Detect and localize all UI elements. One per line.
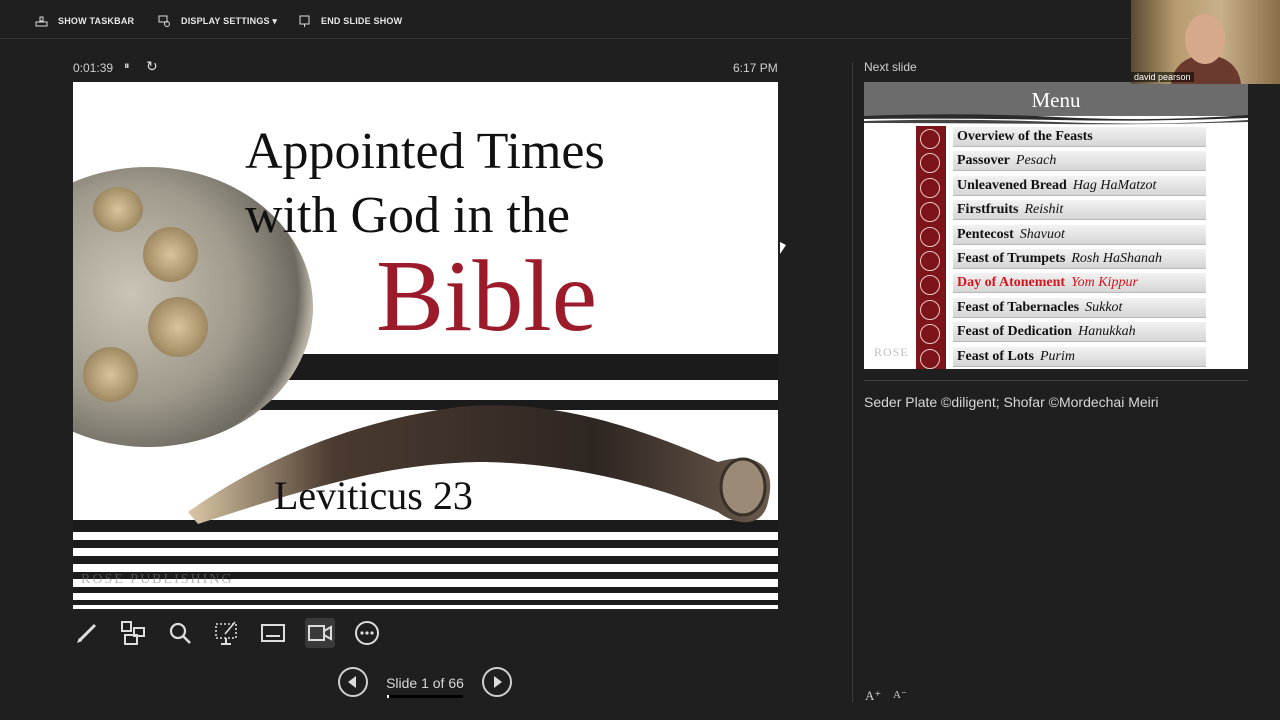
menu-item-name: Feast of Trumpets [957, 251, 1066, 266]
subtitles-icon [261, 624, 285, 642]
menu-item[interactable]: Unleavened Bread Hag HaMatzot [953, 175, 1206, 196]
slide-progress-bar [387, 695, 463, 698]
pause-timer-icon[interactable]: ⏸ [124, 60, 130, 73]
menu-item-hebrew-name: Purim [1040, 348, 1075, 364]
end-slide-show-button[interactable]: END SLIDE SHOW [298, 12, 402, 30]
menu-item-name: Day of Atonement [957, 275, 1066, 291]
next-slide-button[interactable] [482, 667, 512, 697]
menu-item-hebrew-name: Pesach [1015, 153, 1057, 169]
display-settings-button[interactable]: DISPLAY SETTINGS ▾ [158, 12, 277, 30]
show-taskbar-button[interactable]: SHOW TASKBAR [35, 12, 134, 30]
previous-arrow-icon [348, 676, 356, 688]
more-options-icon [355, 621, 379, 645]
current-slide[interactable]: Appointed Times with God in the Bible Le… [73, 82, 778, 609]
menu-item-hebrew-name: Sukkot [1085, 299, 1123, 315]
mouse-cursor-icon [780, 242, 786, 254]
tallit-stripe [73, 556, 778, 564]
menu-item[interactable]: Feast of Trumpets Rosh HaShanah [953, 249, 1206, 269]
menu-item[interactable]: Passover Pesach [953, 151, 1206, 172]
tallit-stripe [73, 600, 778, 605]
camera-icon [308, 625, 332, 641]
menu-item-hebrew-name: Shavuot [1019, 226, 1065, 242]
webcam-video: david pearson [1131, 0, 1280, 84]
menu-item-hebrew-name: Yom Kippur [1071, 275, 1138, 291]
zoom-button[interactable] [165, 618, 195, 648]
slide-title: Appointed Times with God in the [245, 120, 605, 248]
increase-font-icon[interactable]: A⁺ [865, 688, 881, 704]
plate-well [148, 297, 208, 357]
speaker-notes[interactable]: Seder Plate ©diligent; Shofar ©Mordechai… [864, 394, 1159, 410]
menu-item[interactable]: Feast of Tabernacles Sukkot [953, 297, 1206, 318]
subtitles-button[interactable] [258, 618, 288, 648]
menu-feast-icon [920, 226, 940, 247]
plate-well [83, 347, 138, 402]
plate-well [143, 227, 198, 282]
slide-scripture-reference: Leviticus 23 [274, 473, 473, 518]
menu-feast-icon [920, 299, 940, 320]
show-taskbar-label: SHOW TASKBAR [58, 16, 135, 26]
taskbar-icon [35, 16, 48, 26]
slide-publisher-logo: ROSE PUBLISHING [81, 572, 234, 587]
zoom-icon [169, 622, 191, 644]
menu-item-name: Unleavened Bread [957, 177, 1067, 193]
decrease-font-icon[interactable]: A⁻ [893, 688, 907, 701]
menu-item[interactable]: Feast of Lots Purim [953, 346, 1206, 367]
menu-item-hebrew-name: Hag HaMatzot [1072, 177, 1157, 193]
next-arrow-icon [494, 676, 502, 688]
pointer-options-icon [215, 621, 237, 645]
menu-item[interactable]: Day of Atonement Yom Kippur [953, 273, 1206, 294]
menu-item-name: Firstfruits [957, 202, 1019, 218]
display-settings-label: DISPLAY SETTINGS ▾ [181, 15, 278, 26]
menu-item-hebrew-name: Rosh HaShanah [1071, 251, 1162, 266]
webcam-participant-name: david pearson [1131, 72, 1194, 82]
previous-slide-button[interactable] [338, 667, 368, 697]
next-slide-preview[interactable]: Menu Overview of the Feasts Passover Pesac… [864, 82, 1248, 369]
slide-title-line-1: Appointed Times [245, 123, 605, 180]
display-settings-icon [158, 15, 170, 27]
menu-item[interactable]: Overview of the Feasts [953, 127, 1206, 147]
slide-counter[interactable]: Slide 1 of 66 [372, 675, 478, 691]
menu-item-name: Feast of Dedication [957, 324, 1073, 340]
menu-item[interactable]: Firstfruits Reishit [953, 200, 1206, 221]
menu-header-wave [864, 114, 1248, 125]
pen-icon [77, 623, 97, 643]
notes-divider [864, 380, 1248, 381]
camera-button[interactable] [305, 618, 335, 648]
tallit-stripe [73, 540, 778, 548]
pen-tool-button[interactable] [72, 618, 102, 648]
menu-item-name: Pentecost [957, 226, 1014, 242]
end-slide-show-label: END SLIDE SHOW [321, 16, 403, 26]
see-all-slides-button[interactable] [118, 618, 148, 648]
end-show-icon [299, 15, 310, 27]
menu-feast-icon [920, 251, 940, 271]
pane-divider[interactable] [852, 62, 853, 702]
slide-title-emphasis: Bible [376, 240, 597, 353]
menu-item[interactable]: Pentecost Shavuot [953, 224, 1206, 245]
elapsed-timer: 0:01:39 [73, 61, 114, 75]
slide-title-line-2: with God in the [245, 187, 570, 244]
more-options-button[interactable] [352, 618, 382, 648]
shofar-image [188, 405, 771, 524]
current-time: 6:17 PM [733, 61, 778, 75]
menu-item[interactable]: Feast of Dedication Hanukkah [953, 322, 1206, 343]
restart-timer-icon[interactable]: ↻ [146, 58, 158, 75]
menu-item-hebrew-name: Hanukkah [1078, 324, 1136, 340]
menu-title: Menu [1031, 88, 1081, 112]
menu-item-name: Feast of Lots [957, 348, 1034, 364]
next-slide-publisher-logo: ROSE [874, 345, 909, 359]
next-slide-heading: Next slide [864, 60, 917, 74]
plate-well [93, 187, 143, 232]
menu-item-name: Feast of Tabernacles [957, 299, 1080, 315]
presenter-toolbar: SHOW TASKBAR DISPLAY SETTINGS ▾ END SLID… [0, 0, 1130, 39]
see-all-slides-icon [121, 621, 145, 645]
menu-feast-icon [920, 348, 940, 369]
menu-item-name: Passover [957, 153, 1010, 169]
webcam-person-face [1185, 14, 1225, 64]
slide-progress-fill [387, 695, 389, 698]
menu-feast-icon [920, 129, 940, 149]
menu-item-name: Overview of the Feasts [957, 129, 1093, 144]
menu-item-hebrew-name: Reishit [1024, 202, 1064, 218]
pointer-options-button[interactable] [211, 618, 241, 648]
menu-feast-icon [920, 177, 940, 198]
